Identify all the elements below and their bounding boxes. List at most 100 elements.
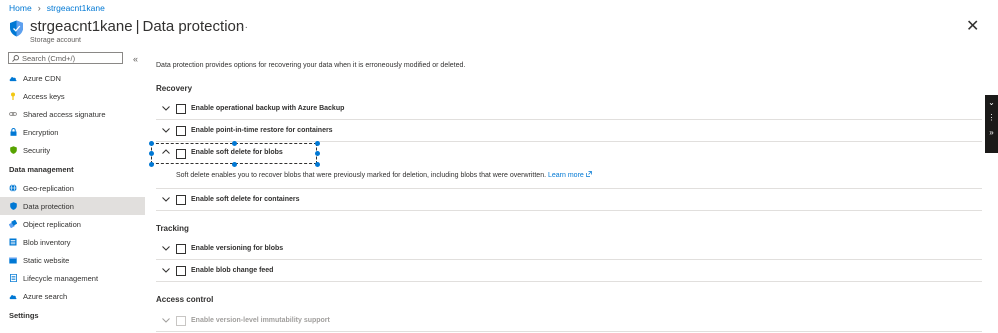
- link-icon: [9, 110, 17, 118]
- checkbox-operational-backup[interactable]: [176, 103, 186, 114]
- page-header: strgeacnt1kane | Data protection Storage a…: [9, 18, 244, 44]
- option-label: Enable version-level immutability suppor…: [191, 317, 330, 324]
- option-row-immutability: Enable version-level immutability suppor…: [156, 310, 982, 332]
- lock-icon: [9, 128, 17, 136]
- chevron-down-icon: [162, 318, 170, 323]
- soft-delete-description-text: Soft delete enables you to recover blobs…: [176, 172, 547, 179]
- inventory-icon: [9, 238, 17, 246]
- expand-icon[interactable]: »: [985, 125, 998, 140]
- collapse-sidebar-button[interactable]: «: [133, 54, 138, 64]
- sidebar-item-access-keys[interactable]: Access keys: [0, 87, 145, 105]
- breadcrumb-separator: ›: [37, 3, 41, 13]
- external-link-icon: [585, 171, 592, 177]
- side-toolbar: ⌄ ⋮ »: [985, 95, 998, 153]
- sidebar-item-label: Access keys: [23, 91, 65, 101]
- sidebar-item-label: Encryption: [23, 127, 59, 137]
- sidebar-item-label: Azure CDN: [23, 73, 61, 83]
- resize-handle[interactable]: [231, 140, 237, 146]
- sidebar-item-data-protection[interactable]: Data protection: [0, 197, 145, 215]
- sidebar-item-shared-access-signature[interactable]: Shared access signature: [0, 105, 145, 123]
- option-label: Enable point-in-time restore for contain…: [191, 127, 333, 134]
- chevron-down-icon[interactable]: ⌄: [985, 95, 998, 110]
- sidebar-item-label: Static website: [23, 255, 70, 265]
- sidebar-item-azure-search[interactable]: Azure search: [0, 287, 145, 305]
- chevron-down-icon[interactable]: [162, 128, 170, 133]
- resize-handle[interactable]: [314, 140, 320, 146]
- sidebar-item-label: Lifecycle management: [23, 273, 99, 283]
- breadcrumb-home[interactable]: Home: [9, 3, 32, 13]
- search-input[interactable]: Search (Cmd+/): [8, 52, 123, 64]
- sidebar-item-blob-inventory[interactable]: Blob inventory: [0, 233, 145, 251]
- chevron-down-icon[interactable]: [162, 197, 170, 202]
- sidebar-item-label: Azure search: [23, 291, 68, 301]
- sidebar-item-label: Shared access signature: [23, 109, 106, 119]
- option-row-soft-delete-containers[interactable]: Enable soft delete for containers: [156, 189, 982, 211]
- sidebar-item-geo-replication[interactable]: Geo-replication: [0, 179, 145, 197]
- sidebar-section-settings: Settings: [9, 310, 39, 320]
- replication-icon: [9, 220, 17, 228]
- option-label: Enable blob change feed: [191, 267, 274, 274]
- resource-name: strgeacnt1kane: [30, 18, 133, 35]
- checkbox-point-in-time-restore[interactable]: [176, 125, 186, 136]
- page-description: Data protection provides options for rec…: [156, 62, 466, 69]
- page-subtitle: Storage account: [30, 37, 81, 44]
- breadcrumb-current[interactable]: strgeacnt1kane: [47, 3, 105, 13]
- section-title-access-control: Access control: [156, 295, 214, 304]
- soft-delete-blobs-description: Soft delete enables you to recover blobs…: [176, 171, 592, 179]
- sidebar-item-security[interactable]: Security: [0, 141, 145, 159]
- title-separator: |: [135, 18, 140, 35]
- option-row-versioning[interactable]: Enable versioning for blobs: [156, 238, 982, 260]
- search-placeholder: Search (Cmd+/): [22, 53, 76, 63]
- resize-handle[interactable]: [231, 161, 237, 167]
- website-icon: [9, 256, 17, 264]
- sidebar-item-label: Data protection: [23, 201, 74, 211]
- section-title-tracking: Tracking: [156, 224, 189, 233]
- lifecycle-icon: [9, 274, 17, 282]
- checkbox-soft-delete-containers[interactable]: [176, 194, 186, 205]
- shield-icon: [9, 202, 17, 210]
- sidebar: Azure CDN Access keys Shared access sign…: [0, 69, 145, 325]
- resize-handle[interactable]: [314, 151, 320, 156]
- resize-handle[interactable]: [148, 140, 154, 146]
- option-label: Enable soft delete for containers: [191, 196, 300, 203]
- shield-icon: [9, 146, 17, 154]
- sidebar-item-label: Geo-replication: [23, 183, 74, 193]
- option-label: Enable operational backup with Azure Bac…: [191, 105, 345, 112]
- sidebar-item-label: Security: [23, 145, 51, 155]
- chevron-down-icon[interactable]: [162, 106, 170, 111]
- sidebar-section-data-management: Data management: [9, 164, 74, 174]
- cloud-search-icon: [9, 292, 17, 300]
- breadcrumb: Home › strgeacnt1kane: [9, 3, 105, 13]
- section-title-recovery: Recovery: [156, 84, 193, 93]
- checkbox-immutability: [176, 315, 186, 326]
- checkbox-versioning[interactable]: [176, 243, 186, 254]
- page-title: strgeacnt1kane | Data protection: [30, 18, 244, 36]
- resize-handle[interactable]: [314, 161, 320, 167]
- sidebar-item-label: Blob inventory: [23, 237, 71, 247]
- resize-handle[interactable]: [148, 161, 154, 167]
- more-options-button[interactable]: ···: [236, 22, 249, 33]
- selection-outline: [151, 143, 317, 164]
- option-row-change-feed[interactable]: Enable blob change feed: [156, 260, 982, 282]
- close-button[interactable]: ✕: [966, 19, 979, 35]
- sidebar-item-static-website[interactable]: Static website: [0, 251, 145, 269]
- sidebar-item-object-replication[interactable]: Object replication: [0, 215, 145, 233]
- cloud-icon: [9, 74, 17, 82]
- sidebar-item-azure-cdn[interactable]: Azure CDN: [0, 69, 145, 87]
- search-icon: [12, 54, 19, 62]
- shield-icon: [10, 20, 23, 37]
- option-label: Enable versioning for blobs: [191, 245, 284, 252]
- more-vertical-icon[interactable]: ⋮: [985, 110, 998, 125]
- option-row-point-in-time-restore[interactable]: Enable point-in-time restore for contain…: [156, 120, 982, 142]
- learn-more-link[interactable]: Learn more: [548, 171, 592, 179]
- checkbox-change-feed[interactable]: [176, 265, 186, 276]
- blade-name: Data protection: [142, 18, 245, 35]
- sidebar-item-encryption[interactable]: Encryption: [0, 123, 145, 141]
- chevron-down-icon[interactable]: [162, 246, 170, 251]
- chevron-down-icon[interactable]: [162, 268, 170, 273]
- globe-icon: [9, 184, 17, 192]
- key-icon: [9, 92, 17, 100]
- resize-handle[interactable]: [148, 151, 154, 156]
- sidebar-item-lifecycle-management[interactable]: Lifecycle management: [0, 269, 145, 287]
- option-row-operational-backup[interactable]: Enable operational backup with Azure Bac…: [156, 98, 982, 120]
